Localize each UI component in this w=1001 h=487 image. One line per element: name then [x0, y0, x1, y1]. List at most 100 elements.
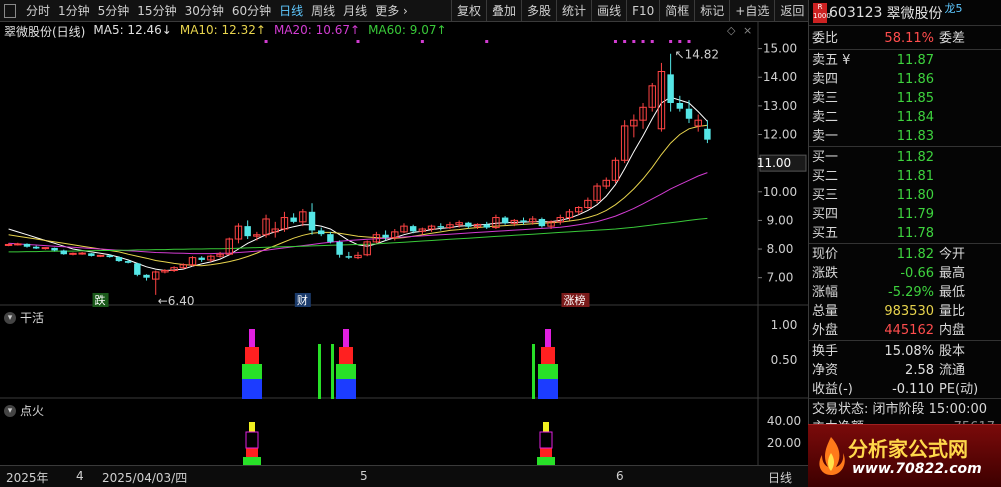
- stat-row-label: 涨跌: [812, 266, 839, 281]
- indicator-ganhuo-title: 干活: [20, 311, 45, 325]
- sell-order-row-value: 11.87: [896, 53, 934, 68]
- signal-dot: [356, 40, 360, 43]
- signal-block: [541, 347, 555, 364]
- candle-body: [409, 226, 417, 232]
- dragon-tag: 龙5: [944, 1, 963, 15]
- candle-body: [318, 230, 325, 235]
- tab-period[interactable]: 5分钟: [94, 0, 134, 22]
- multi-stock-button[interactable]: 多股: [521, 0, 556, 22]
- candle-body: [336, 241, 343, 255]
- time-label: 2025年: [6, 471, 49, 485]
- price-tick-label: 8.00: [767, 242, 794, 256]
- mark-button[interactable]: 标记: [694, 0, 729, 22]
- sell-order-row: 卖五 ¥ 11.87: [809, 51, 999, 70]
- kline-chart[interactable]: 15.00 14.00 13.00 12.00 11.00 10.00 9.00 8.00 7.…: [0, 22, 808, 465]
- tab-period[interactable]: 周线: [307, 0, 339, 22]
- fuquan-button[interactable]: 复权: [451, 0, 486, 22]
- stat2-row: 换手 15.08% 股本: [809, 342, 999, 361]
- overlay-button[interactable]: 叠加: [486, 0, 521, 22]
- stat2-row-label: 换手: [812, 344, 839, 359]
- buy-order-row-label: 买四: [812, 207, 839, 222]
- stat2-row-label2: 流通: [939, 363, 966, 378]
- price-tick-label: 10.00: [763, 185, 797, 199]
- tab-more[interactable]: 更多 ›: [371, 0, 412, 22]
- stat2-row-value: 15.08%: [884, 344, 934, 359]
- chevron-down-icon[interactable]: ▾: [4, 404, 16, 417]
- high-price-label: ↖14.82: [675, 48, 719, 62]
- signal-bar: [318, 344, 321, 399]
- signal-dot: [420, 40, 424, 43]
- stock-name: 翠微股份: [886, 5, 943, 22]
- fire-block: [243, 457, 261, 465]
- buy-order-row-label: 买二: [812, 169, 839, 184]
- stat-row-label: 现价: [812, 247, 839, 262]
- stat-row-label2: 内盘: [939, 323, 966, 338]
- candle-body: [134, 263, 141, 275]
- panel-toggle-icon[interactable]: [4, 4, 16, 18]
- sub1-axis-label: 0.50: [771, 353, 798, 367]
- f10-button[interactable]: F10: [626, 0, 659, 22]
- sell-order-row: 卖二 11.84: [809, 108, 999, 127]
- stat2-row-label2: PE(动): [939, 382, 979, 397]
- buy-order-row: 买四 11.79: [809, 205, 999, 224]
- tab-period[interactable]: 分时: [22, 0, 54, 22]
- candle-body: [676, 103, 684, 109]
- stat2-row-label: 收益(-): [812, 382, 853, 397]
- stat-row-value: 445162: [884, 323, 934, 338]
- trade-status: 交易状态: 闭市阶段 15:00:00: [812, 402, 988, 417]
- sell-order-row: 卖四 11.86: [809, 70, 999, 89]
- tab-period[interactable]: 30分钟: [181, 0, 228, 22]
- price-tick-label: 13.00: [763, 99, 797, 113]
- stat-row: 外盘 445162 内盘: [809, 321, 999, 340]
- add-watchlist-button[interactable]: +自选: [729, 0, 774, 22]
- tab-period[interactable]: 15分钟: [133, 0, 180, 22]
- fire-block: [540, 448, 552, 457]
- buy-order-row: 买一 11.82: [809, 148, 999, 167]
- stat-row-label2: 量比: [939, 304, 966, 319]
- stat-row-label: 涨幅: [812, 285, 839, 300]
- stat2-row-value: -0.110: [892, 382, 934, 397]
- tab-period[interactable]: 1分钟: [54, 0, 94, 22]
- price-tick-label: 14.00: [763, 70, 797, 84]
- chevron-down-icon[interactable]: ▾: [4, 311, 16, 324]
- back-button[interactable]: 返回: [774, 0, 809, 22]
- signal-block: [245, 347, 259, 364]
- candle-body: [32, 246, 40, 249]
- time-label: 5: [360, 469, 368, 483]
- candle-body: [685, 108, 693, 119]
- tab-period[interactable]: 60分钟: [228, 0, 275, 22]
- tab-period-active[interactable]: 日线: [275, 0, 307, 22]
- candle-body: [143, 274, 150, 278]
- rating-badge: R 1000: [813, 2, 831, 23]
- tab-period[interactable]: 月线: [339, 0, 371, 22]
- sub1-axis-label: 1.00: [771, 318, 798, 332]
- sell-order-row-label: 卖二: [812, 110, 839, 125]
- signal-block: [242, 379, 262, 399]
- simple-frame-button[interactable]: 简框: [659, 0, 694, 22]
- candle-body: [88, 253, 95, 256]
- stats-button[interactable]: 统计: [556, 0, 591, 22]
- signal-block: [249, 329, 255, 347]
- buy-order-row: 买二 11.81: [809, 167, 999, 186]
- stat-row-label2: 最高: [939, 266, 966, 281]
- indicator-panels: 1.00 0.50 40.00 20.00: [242, 318, 801, 465]
- stat-row-label: 外盘: [812, 323, 839, 338]
- indicator-ganhuo-header: ▾ 干活: [4, 309, 44, 326]
- price-tick-label: 12.00: [763, 128, 797, 142]
- low-price-label: ←6.40: [158, 294, 195, 308]
- stat-row-label2: 今开: [939, 247, 966, 262]
- stat2-row-label2: 股本: [939, 344, 966, 359]
- fire-block: [543, 422, 549, 432]
- stat-row-value: 983530: [884, 304, 934, 319]
- watermark-banner: 分析家公式网 www.70822.com: [808, 424, 1001, 487]
- draw-line-button[interactable]: 画线: [591, 0, 626, 22]
- candle-body: [51, 247, 58, 251]
- time-axis: 2025年 4 2025/04/03/四 5 6 日线: [0, 465, 808, 487]
- buy-order-row-label: 买五: [812, 226, 839, 241]
- signal-dot: [264, 40, 268, 43]
- buy-order-row-value: 11.82: [896, 150, 934, 165]
- candle-body: [345, 256, 353, 258]
- sell-order-row-label: 卖五 ¥: [812, 53, 851, 68]
- signal-block: [336, 364, 356, 379]
- sell-order-row-value: 11.83: [896, 129, 934, 144]
